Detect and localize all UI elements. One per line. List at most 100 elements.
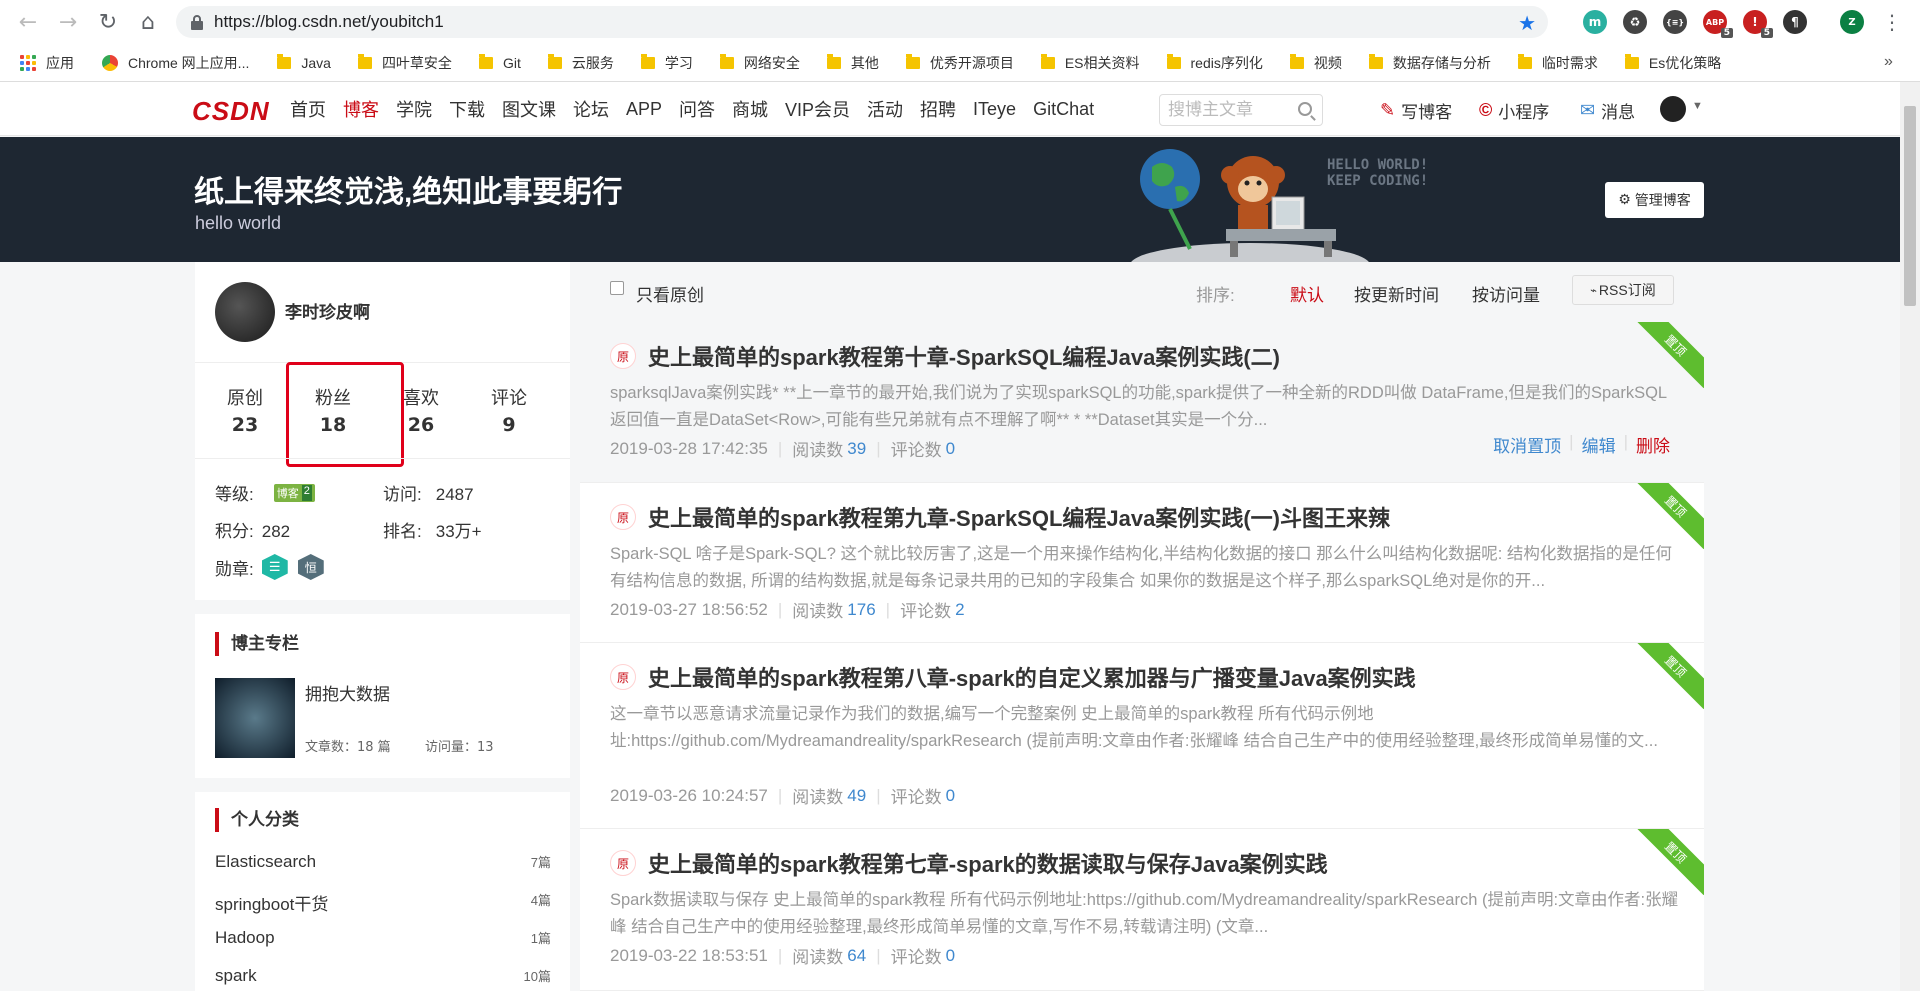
pilcrow-icon[interactable]: ¶ <box>1783 10 1807 34</box>
article-summary[interactable]: Spark数据读取与保存 史上最简单的spark教程 所有代码示例地址:http… <box>610 887 1680 941</box>
article-title[interactable]: 史上最简单的spark教程第八章-spark的自定义累加器与广播变量Java案例… <box>648 661 1416 693</box>
column-cover-image[interactable] <box>215 678 295 758</box>
folder-icon <box>478 53 493 69</box>
braces-icon[interactable]: {≡} <box>1663 10 1687 34</box>
bookmark-item[interactable]: 应用 <box>20 44 74 82</box>
folder-icon <box>1166 53 1181 69</box>
bookmark-item[interactable]: 其他 <box>826 44 879 82</box>
bookmark-item[interactable]: ES相关资料 <box>1040 44 1140 82</box>
nav-item[interactable]: 学院 <box>396 96 432 122</box>
nav-item[interactable]: VIP会员 <box>785 96 850 122</box>
m-icon[interactable]: m <box>1583 10 1607 34</box>
reload-icon[interactable]: ↻ <box>88 2 128 42</box>
folder-icon <box>1289 53 1304 69</box>
nav-item[interactable]: 商城 <box>732 96 768 122</box>
bookmark-item[interactable]: 网络安全 <box>719 44 800 82</box>
blog-search[interactable] <box>1159 94 1323 126</box>
bookmark-item[interactable]: 视频 <box>1289 44 1342 82</box>
original-only-checkbox[interactable] <box>610 281 624 295</box>
address-bar[interactable]: https://blog.csdn.net/youbitch1 ★ <box>176 6 1548 38</box>
csdn-logo[interactable]: CSDN <box>192 96 270 127</box>
sort-by-visits[interactable]: 按访问量 <box>1472 281 1540 306</box>
back-icon[interactable]: ← <box>8 2 48 42</box>
reads-label: 阅读数 <box>792 948 844 967</box>
article-summary[interactable]: 这一章节以恶意请求流量记录作为我们的数据,编写一个完整案例 史上最简单的spar… <box>610 701 1680 782</box>
nav-item[interactable]: 首页 <box>290 96 326 122</box>
list-medal-icon[interactable]: ☰ <box>261 554 288 580</box>
delete-button[interactable]: 删除 <box>1636 432 1670 457</box>
miniprogram-link[interactable]: © 小程序 <box>1479 98 1549 123</box>
unpin-button[interactable]: 取消置顶 <box>1493 432 1561 457</box>
search-input[interactable] <box>1168 100 1288 120</box>
lock-icon <box>191 15 203 30</box>
nav-item[interactable]: ITeye <box>973 99 1016 120</box>
write-blog-link[interactable]: ✎ 写博客 <box>1380 98 1452 123</box>
article-summary[interactable]: sparksqlJava案例实践* **上一章节的最开始,我们说为了实现spar… <box>610 380 1680 434</box>
persistence-medal-icon[interactable]: 恒 <box>297 554 324 580</box>
article-title-row: 原史上最简单的spark教程第八章-spark的自定义累加器与广播变量Java案… <box>610 661 1416 693</box>
nav-item[interactable]: 图文课 <box>502 96 556 122</box>
stat-value: 23 <box>231 414 259 436</box>
messages-link[interactable]: ✉ 消息 <box>1580 98 1635 123</box>
home-icon[interactable]: ⌂ <box>128 2 168 42</box>
menu-icon[interactable]: ⋮ <box>1882 10 1902 34</box>
nav-item[interactable]: 活动 <box>867 96 903 122</box>
manage-blog-button[interactable]: ⚙ 管理博客 <box>1605 182 1704 218</box>
bookmark-item[interactable]: 学习 <box>640 44 693 82</box>
profile-avatar[interactable]: Z <box>1840 10 1864 34</box>
bookmark-item[interactable]: 优秀开源项目 <box>905 44 1014 82</box>
article-title[interactable]: 史上最简单的spark教程第十章-SparkSQL编程Java案例实践(二) <box>648 340 1280 372</box>
bookmark-item[interactable]: Git <box>478 44 521 82</box>
divider: | <box>777 945 783 965</box>
adblock-icon[interactable]: ABP 5 <box>1703 10 1733 38</box>
category-item[interactable]: Hadoop 1篇 <box>215 928 551 948</box>
rss-button[interactable]: ⌁ RSS订阅 <box>1572 275 1674 305</box>
nav-item[interactable]: GitChat <box>1033 99 1094 120</box>
categories-card: 个人分类 Elasticsearch 7篇 springboot干货 4篇 Hadoop… <box>195 792 570 991</box>
column-name[interactable]: 拥抱大数据 <box>305 680 390 705</box>
nav-item[interactable]: 下载 <box>449 96 485 122</box>
stat-value: 9 <box>502 414 516 436</box>
edit-button[interactable]: 编辑 <box>1582 432 1616 457</box>
bookmark-item[interactable]: 四叶草安全 <box>357 44 452 82</box>
category-item[interactable]: spark 10篇 <box>215 966 551 986</box>
nav-item[interactable]: 论坛 <box>573 96 609 122</box>
stat-3[interactable]: 评论 9 <box>465 384 553 436</box>
user-avatar[interactable] <box>1660 96 1686 122</box>
more-bookmarks-icon[interactable]: » <box>1884 53 1893 71</box>
nav-item[interactable]: 问答 <box>679 96 715 122</box>
stat-0[interactable]: 原创 23 <box>201 384 289 436</box>
category-item[interactable]: springboot干货 4篇 <box>215 890 551 915</box>
recycle-icon[interactable]: ♻ <box>1623 10 1647 34</box>
profile-avatar-image[interactable] <box>215 282 275 342</box>
forward-icon[interactable]: → <box>48 2 88 42</box>
nav-item[interactable]: 博客 <box>343 96 379 122</box>
category-count: 7篇 <box>530 855 551 870</box>
bookmark-item[interactable]: 云服务 <box>547 44 614 82</box>
profile-name[interactable]: 李时珍皮啊 <box>285 298 370 323</box>
nav-item[interactable]: 招聘 <box>920 96 956 122</box>
url-text: https://blog.csdn.net/youbitch1 <box>214 12 444 31</box>
article-summary[interactable]: Spark-SQL 啥子是Spark-SQL? 这个就比较厉害了,这是一个用来操… <box>610 541 1680 595</box>
ublock-icon[interactable]: ! 5 <box>1743 10 1773 38</box>
nav-item[interactable]: APP <box>626 99 662 120</box>
page-scrollbar[interactable] <box>1900 82 1920 991</box>
bookmark-item[interactable]: 数据存储与分析 <box>1368 44 1491 82</box>
bookmark-item[interactable]: redis序列化 <box>1166 44 1263 82</box>
article-title[interactable]: 史上最简单的spark教程第七章-spark的数据读取与保存Java案例实践 <box>648 847 1328 879</box>
divider: | <box>1623 432 1628 451</box>
search-icon[interactable] <box>1298 102 1312 116</box>
original-tag: 原 <box>610 343 636 369</box>
bookmark-item[interactable]: Java <box>277 44 331 82</box>
bookmark-star-icon[interactable]: ★ <box>1518 11 1536 35</box>
bookmark-item[interactable]: Es优化策略 <box>1624 44 1721 82</box>
sort-by-update[interactable]: 按更新时间 <box>1354 281 1439 306</box>
sort-default[interactable]: 默认 <box>1290 281 1324 306</box>
bookmark-item[interactable]: 临时需求 <box>1517 44 1598 82</box>
bookmark-item[interactable]: Chrome 网上应用... <box>102 44 249 82</box>
chevron-down-icon[interactable]: ▼ <box>1692 100 1703 112</box>
original-only-label[interactable]: 只看原创 <box>636 281 704 306</box>
category-item[interactable]: Elasticsearch 7篇 <box>215 852 551 872</box>
article-title[interactable]: 史上最简单的spark教程第九章-SparkSQL编程Java案例实践(一)斗图… <box>648 501 1390 533</box>
scrollbar-thumb[interactable] <box>1904 106 1916 306</box>
